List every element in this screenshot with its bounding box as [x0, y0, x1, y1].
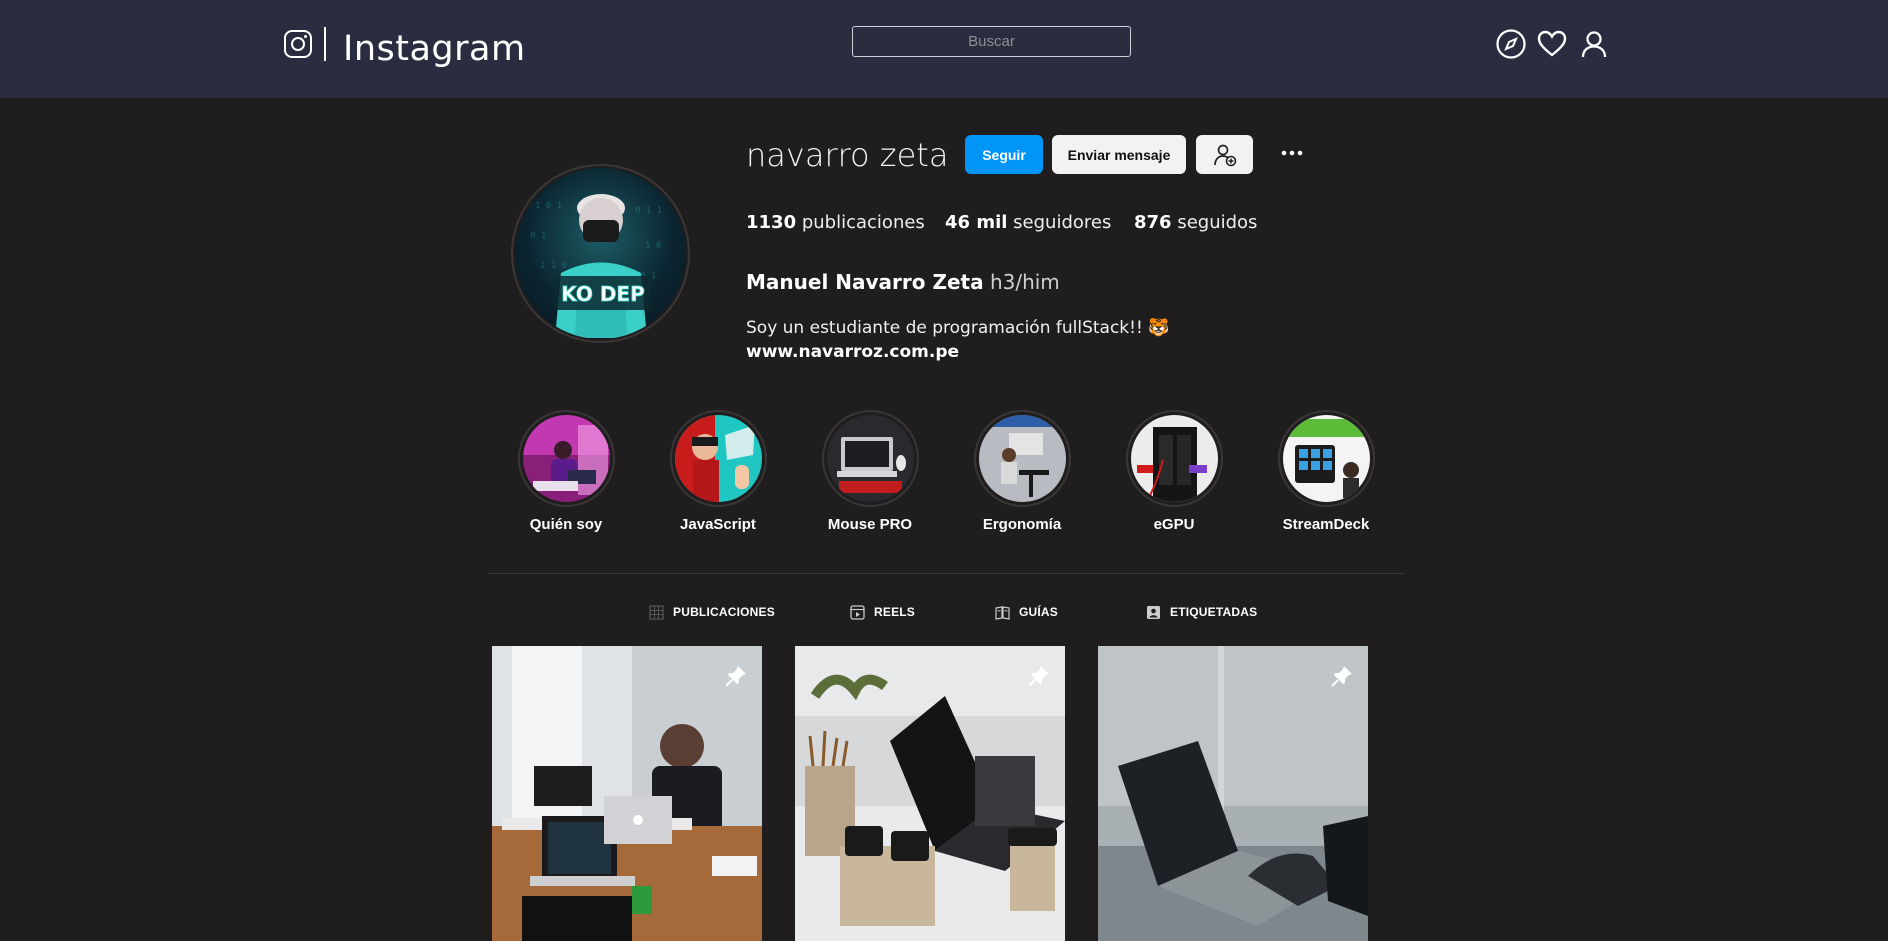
- tab-tagged[interactable]: ETIQUETADAS: [1146, 602, 1257, 622]
- post-thumbnail[interactable]: [1098, 646, 1368, 941]
- highlight-ring: [821, 410, 919, 507]
- svg-text:KO DEP: KO DEP: [561, 282, 645, 306]
- post-image: [1098, 646, 1368, 941]
- top-nav-bar: Instagram: [0, 0, 1888, 98]
- highlight-egpu[interactable]: eGPU: [1099, 410, 1249, 535]
- followers-stat[interactable]: 46 mil seguidores: [945, 210, 1111, 236]
- logo-divider: [324, 27, 326, 61]
- highlight-label: Mouse PRO: [827, 516, 913, 533]
- highlight-ring: [973, 410, 1071, 507]
- profile-pronouns: h3/him: [989, 270, 1060, 294]
- highlight-quien-soy[interactable]: Quién soy: [491, 410, 641, 535]
- highlight-cover: [1130, 415, 1218, 502]
- highlight-ring: [1277, 410, 1375, 507]
- tab-label: ETIQUETADAS: [1170, 605, 1258, 619]
- avatar-illustration: 1 0 10 1 1 0 11 0 1 1 00 1 KO DEP: [530, 194, 662, 338]
- svg-text:1 1 0: 1 1 0: [540, 261, 567, 271]
- guide-icon: [995, 605, 1010, 620]
- svg-text:0 1: 0 1: [530, 231, 546, 241]
- reels-icon: [850, 604, 865, 620]
- profile-website-link[interactable]: www.navarroz.com.pe: [746, 340, 959, 364]
- post-image: [492, 646, 762, 941]
- follow-button[interactable]: Seguir: [965, 135, 1043, 174]
- highlight-cover: [978, 415, 1066, 502]
- profile-full-name: Manuel Navarro Zeta h3/him: [746, 270, 1060, 294]
- instagram-icon[interactable]: [283, 29, 313, 59]
- highlight-javascript[interactable]: JavaScript: [643, 410, 793, 535]
- post-image: [795, 646, 1065, 941]
- highlight-label: eGPU: [1153, 516, 1195, 533]
- tab-guides[interactable]: GUÍAS: [995, 602, 1058, 622]
- highlight-cover: [1282, 415, 1370, 502]
- highlight-label: StreamDeck: [1282, 516, 1370, 533]
- highlight-label: JavaScript: [680, 516, 756, 533]
- svg-text:0 1 1: 0 1 1: [635, 206, 662, 216]
- pinned-icon: [1331, 666, 1352, 687]
- highlight-ring: [1125, 410, 1223, 507]
- post-thumbnail[interactable]: [492, 646, 762, 941]
- tab-label: REELS: [874, 605, 916, 619]
- tab-label: GUÍAS: [1019, 605, 1059, 619]
- highlight-mouse-pro[interactable]: Mouse PRO: [795, 410, 945, 535]
- following-stat[interactable]: 876 seguidos: [1134, 210, 1257, 236]
- tab-label: PUBLICACIONES: [673, 605, 775, 619]
- highlight-ring: [517, 410, 615, 507]
- highlight-cover: [826, 415, 914, 502]
- svg-text:1 0: 1 0: [645, 241, 661, 251]
- suggested-users-button[interactable]: [1196, 135, 1253, 174]
- user-icon[interactable]: [1578, 28, 1610, 60]
- profile-bio: Soy un estudiante de programación fullSt…: [746, 318, 1170, 338]
- highlight-streamdeck[interactable]: StreamDeck: [1251, 410, 1401, 535]
- highlight-label: Quién soy: [529, 516, 603, 533]
- profile-username: navarro zeta: [746, 136, 949, 174]
- compass-icon[interactable]: [1495, 28, 1527, 60]
- section-divider: [488, 573, 1405, 574]
- pinned-icon: [725, 666, 746, 687]
- pinned-icon: [1028, 666, 1049, 687]
- highlight-ring: [669, 410, 767, 507]
- grid-icon: [649, 604, 664, 620]
- add-user-icon: [1213, 144, 1236, 166]
- highlight-cover: [674, 415, 762, 502]
- tab-posts[interactable]: PUBLICACIONES: [649, 602, 775, 622]
- more-options-icon[interactable]: [1281, 146, 1303, 160]
- tab-reels[interactable]: REELS: [850, 602, 915, 622]
- tagged-icon: [1147, 605, 1160, 619]
- avatar: 1 0 10 1 1 0 11 0 1 1 00 1 KO DEP: [515, 168, 686, 339]
- profile-avatar-ring[interactable]: 1 0 10 1 1 0 11 0 1 1 00 1 KO DEP: [511, 164, 690, 343]
- search-input[interactable]: [852, 26, 1131, 57]
- send-message-button[interactable]: Enviar mensaje: [1052, 135, 1186, 174]
- heart-icon[interactable]: [1536, 28, 1568, 60]
- highlight-cover: [522, 415, 610, 502]
- svg-text:1 0 1: 1 0 1: [535, 201, 562, 211]
- post-thumbnail[interactable]: [795, 646, 1065, 941]
- highlight-ergonomia[interactable]: Ergonomía: [947, 410, 1097, 535]
- logo-wordmark[interactable]: Instagram: [343, 28, 526, 70]
- highlight-label: Ergonomía: [982, 516, 1062, 533]
- posts-stat: 1130 publicaciones: [746, 212, 925, 233]
